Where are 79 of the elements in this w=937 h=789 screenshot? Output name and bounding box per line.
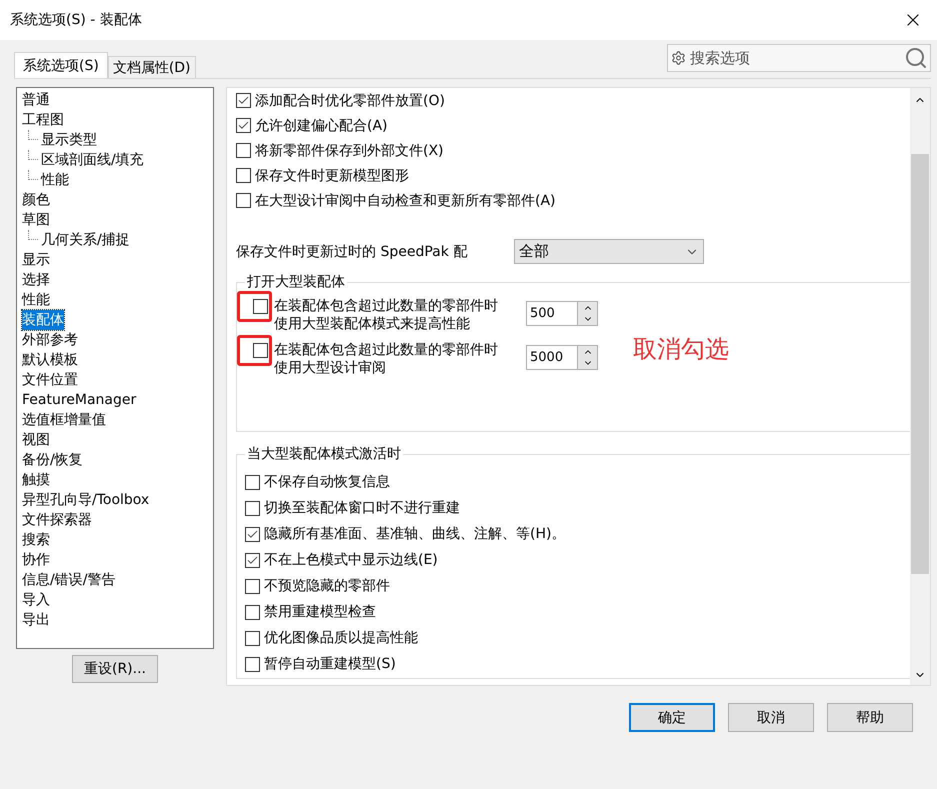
checkbox[interactable]: [245, 552, 260, 568]
tree-item[interactable]: 文件探索器: [22, 510, 92, 530]
tree-item[interactable]: 区域剖面线/填充: [28, 150, 144, 170]
spin-buttons[interactable]: [578, 345, 598, 370]
tree-item[interactable]: FeatureManager: [22, 390, 136, 410]
search-field[interactable]: 搜索选项: [667, 44, 931, 72]
tree-item[interactable]: 几何关系/捕捉: [28, 230, 130, 250]
tab[interactable]: 文档属性(D): [108, 56, 196, 78]
checkbox[interactable]: [236, 168, 251, 183]
option-hint: 使用大型装配体模式来提高性能: [274, 315, 471, 333]
group-title: 打开大型装配体: [245, 273, 347, 291]
group-title: 当大型装配体模式激活时: [245, 445, 403, 463]
gear-icon[interactable]: [671, 50, 686, 66]
tree-item[interactable]: 显示类型: [28, 130, 97, 150]
tree-item[interactable]: 协作: [22, 550, 50, 570]
option-label: 隐藏所有基准面、基准轴、曲线、注解、等(H)。: [264, 525, 566, 543]
option-label: 切换至装配体窗口时不进行重建: [264, 499, 460, 517]
tree-item[interactable]: 颜色: [22, 190, 50, 210]
tree-item[interactable]: 选择: [22, 270, 50, 290]
tree-item[interactable]: 性能: [22, 290, 50, 310]
checkbox[interactable]: [245, 474, 260, 490]
option-label: 保存文件时更新模型图形: [255, 166, 409, 184]
checkbox[interactable]: [245, 630, 260, 646]
spin-buttons[interactable]: [578, 301, 598, 326]
tree-item[interactable]: 工程图: [22, 110, 64, 130]
option-label: 在大型设计审阅中自动检查和更新所有零部件(A): [255, 192, 556, 210]
checkbox[interactable]: [236, 118, 251, 133]
option-hint: 使用大型设计审阅: [274, 359, 387, 377]
option-label: 在装配体包含超过此数量的零部件时: [274, 341, 499, 359]
tree-item[interactable]: 搜索: [22, 530, 50, 550]
dialog-button[interactable]: 帮助: [827, 703, 913, 732]
checkbox[interactable]: [245, 656, 260, 672]
option-label: 不预览隐藏的零部件: [264, 577, 390, 595]
checkbox[interactable]: [236, 143, 251, 158]
option-label: 禁用重建模型检查: [264, 603, 376, 621]
annotation-note: 取消勾选: [633, 334, 729, 365]
dropdown[interactable]: 全部: [514, 239, 704, 264]
tree-item[interactable]: 触摸: [22, 470, 50, 490]
tree-item[interactable]: 显示: [22, 250, 50, 270]
tree-item[interactable]: 性能: [28, 170, 69, 190]
tree-item[interactable]: 视图: [22, 430, 50, 450]
tree-item[interactable]: 导出: [22, 610, 50, 630]
reset-button[interactable]: 重设(R)...: [72, 655, 158, 683]
checkbox[interactable]: [253, 299, 268, 314]
option-label: 保存文件时更新过时的 SpeedPak 配: [236, 242, 468, 260]
tree-item[interactable]: 异型孔向导/Toolbox: [22, 490, 150, 510]
option-label: 允许创建偏心配合(A): [255, 116, 388, 134]
number-field[interactable]: 5000: [526, 345, 578, 370]
option-label: 不在上色模式中显示边线(E): [264, 551, 438, 569]
window-title: 系统选项(S) - 装配体: [10, 11, 142, 29]
tree-item[interactable]: 草图: [22, 210, 50, 230]
checkbox[interactable]: [253, 343, 268, 358]
option-label: 将新零部件保存到外部文件(X): [255, 142, 444, 160]
tree-item[interactable]: 外部参考: [22, 330, 78, 350]
checkbox[interactable]: [245, 500, 260, 516]
checkbox[interactable]: [236, 93, 251, 108]
tree-item[interactable]: 默认模板: [22, 350, 78, 370]
tree-item[interactable]: 导入: [22, 590, 50, 610]
option-label: 在装配体包含超过此数量的零部件时: [274, 297, 499, 315]
tree-item[interactable]: 选值框增量值: [22, 410, 106, 430]
tree-item[interactable]: 文件位置: [22, 370, 78, 390]
checkbox[interactable]: [245, 526, 260, 542]
option-label: 优化图像品质以提高性能: [264, 629, 418, 647]
checkbox[interactable]: [245, 604, 260, 620]
tree-item[interactable]: 信息/错误/警告: [22, 570, 116, 590]
checkbox[interactable]: [245, 578, 260, 594]
search-icon[interactable]: [904, 46, 928, 70]
option-label: 暂停自动重建模型(S): [264, 655, 396, 673]
option-label: 不保存自动恢复信息: [264, 473, 390, 491]
scrollbar[interactable]: [910, 88, 930, 685]
tree-item[interactable]: 备份/恢复: [22, 450, 83, 470]
dialog-button[interactable]: 确定: [629, 703, 715, 732]
checkbox[interactable]: [236, 193, 251, 208]
dialog-button[interactable]: 取消: [728, 703, 814, 732]
number-field[interactable]: 500: [526, 301, 578, 326]
tab[interactable]: 系统选项(S): [14, 52, 108, 78]
tree-item[interactable]: 普通: [22, 90, 50, 110]
option-label: 添加配合时优化零部件放置(O): [255, 92, 445, 110]
tree-item[interactable]: 装配体: [22, 310, 64, 330]
